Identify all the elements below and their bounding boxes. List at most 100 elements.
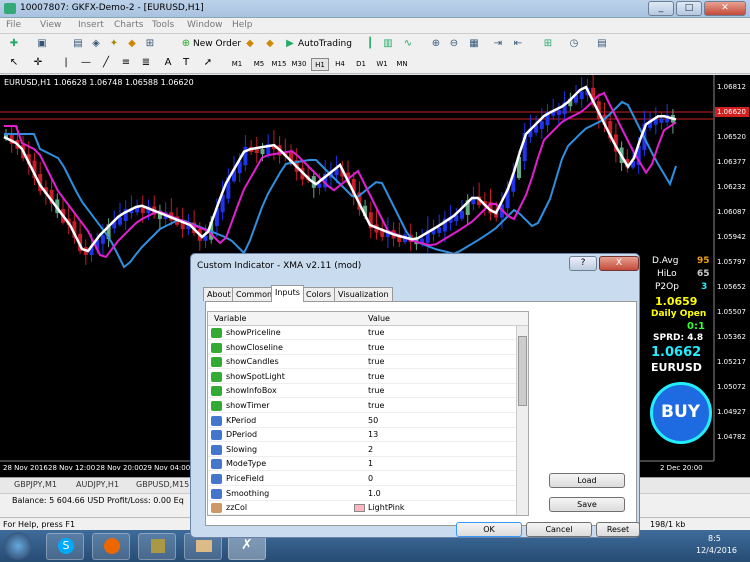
autotrading-button[interactable]: AutoTrading bbox=[298, 39, 352, 49]
load-button[interactable]: Load bbox=[549, 473, 625, 488]
tf-w1[interactable]: W1 bbox=[373, 58, 391, 71]
maximize-button[interactable]: □ bbox=[676, 1, 702, 16]
skype-icon[interactable]: S bbox=[46, 533, 84, 560]
zoom-in-icon[interactable]: ⊕ bbox=[428, 37, 444, 51]
param-row-kperiod[interactable]: KPeriod 50 bbox=[208, 414, 528, 428]
param-row-showtimer[interactable]: showTimer true bbox=[208, 399, 528, 413]
menu-file[interactable]: File bbox=[6, 20, 21, 30]
vertical-line-icon[interactable]: | bbox=[58, 56, 74, 70]
tf-m15[interactable]: M15 bbox=[270, 58, 288, 71]
param-row-showinfobox[interactable]: showInfoBox true bbox=[208, 384, 528, 399]
label-tool-icon[interactable]: T bbox=[178, 56, 194, 70]
expert-icon[interactable]: ◆ bbox=[262, 37, 278, 51]
indicators-icon[interactable]: ⊞ bbox=[540, 37, 556, 51]
tab-audjpy[interactable]: AUDJPY,H1 bbox=[76, 480, 119, 489]
strategy-tester-icon[interactable]: ⊞ bbox=[142, 37, 158, 51]
param-value[interactable]: true bbox=[368, 370, 384, 384]
horizontal-line-icon[interactable]: — bbox=[78, 56, 94, 70]
tile-icon[interactable]: ▦ bbox=[466, 37, 482, 51]
param-value[interactable]: 2 bbox=[368, 443, 373, 457]
param-value[interactable]: LightPink bbox=[368, 501, 405, 515]
param-row-modetype[interactable]: ModeType 1 bbox=[208, 457, 528, 472]
param-row-zzcol[interactable]: zzCol LightPink bbox=[208, 501, 528, 515]
tab-gbpusd[interactable]: GBPUSD,M15 bbox=[136, 480, 189, 489]
tf-mn[interactable]: MN bbox=[393, 58, 411, 71]
param-row-slowing[interactable]: Slowing 2 bbox=[208, 443, 528, 457]
tab-common[interactable]: Common bbox=[232, 287, 277, 301]
dialog-close-button[interactable]: X bbox=[599, 256, 639, 271]
navigator-icon[interactable]: ✦ bbox=[106, 37, 122, 51]
channel-icon[interactable]: ≡ bbox=[118, 56, 134, 70]
new-order-icon[interactable]: ⊕ bbox=[178, 37, 194, 51]
param-row-smoothing[interactable]: Smoothing 1.0 bbox=[208, 487, 528, 501]
tf-h4[interactable]: H4 bbox=[331, 58, 349, 71]
tab-about[interactable]: About bbox=[203, 287, 235, 301]
param-row-showpriceline[interactable]: showPriceline true bbox=[208, 326, 528, 340]
tf-m1[interactable]: M1 bbox=[228, 58, 246, 71]
ok-button[interactable]: OK bbox=[456, 522, 522, 537]
new-order-button[interactable]: New Order bbox=[193, 39, 241, 49]
param-value[interactable]: 1 bbox=[368, 457, 373, 471]
param-value[interactable]: 13 bbox=[368, 428, 378, 442]
scroll-thumb[interactable] bbox=[518, 336, 527, 406]
param-row-showspotlight[interactable]: showSpotLight true bbox=[208, 370, 528, 384]
metaeditor-icon[interactable]: ◆ bbox=[242, 37, 258, 51]
tab-inputs[interactable]: Inputs bbox=[271, 285, 304, 302]
market-watch-icon[interactable]: ▤ bbox=[70, 37, 86, 51]
inputs-grid[interactable]: Variable Value showPriceline true showClos… bbox=[207, 311, 529, 516]
zoom-out-icon[interactable]: ⊖ bbox=[446, 37, 462, 51]
templates-icon[interactable]: ▤ bbox=[594, 37, 610, 51]
save-button[interactable]: Save bbox=[549, 497, 625, 512]
firefox-icon[interactable] bbox=[92, 533, 130, 560]
periods-icon[interactable]: ◷ bbox=[566, 37, 582, 51]
arrows-tool-icon[interactable]: ➚ bbox=[200, 56, 216, 70]
start-button[interactable] bbox=[4, 532, 32, 560]
param-row-pricefield[interactable]: PriceField 0 bbox=[208, 472, 528, 486]
tf-m5[interactable]: M5 bbox=[250, 58, 268, 71]
param-value[interactable]: 50 bbox=[368, 414, 378, 428]
param-value[interactable]: true bbox=[368, 384, 384, 398]
param-row-dperiod[interactable]: DPeriod 13 bbox=[208, 428, 528, 443]
reset-button[interactable]: Reset bbox=[596, 522, 640, 537]
autoscroll-icon[interactable]: ⇥ bbox=[490, 37, 506, 51]
profiles-icon[interactable]: ▣ bbox=[34, 37, 50, 51]
param-value[interactable]: 0 bbox=[368, 472, 373, 486]
trendline-icon[interactable]: ╱ bbox=[98, 56, 114, 70]
param-value[interactable]: true bbox=[368, 326, 384, 340]
menu-tools[interactable]: Tools bbox=[152, 20, 174, 30]
text-tool-icon[interactable]: A bbox=[160, 56, 176, 70]
menu-help[interactable]: Help bbox=[232, 20, 253, 30]
candle-chart-icon[interactable]: ▥ bbox=[380, 37, 396, 51]
autotrading-icon[interactable]: ▶ bbox=[282, 37, 298, 51]
buy-button[interactable]: BUY bbox=[650, 382, 712, 444]
terminal-icon[interactable]: ◆ bbox=[124, 37, 140, 51]
menu-view[interactable]: View bbox=[40, 20, 61, 30]
fibo-icon[interactable]: ≣ bbox=[138, 56, 154, 70]
param-row-showcloseline[interactable]: showCloseline true bbox=[208, 341, 528, 355]
param-value[interactable]: 1.0 bbox=[368, 487, 381, 501]
param-value[interactable]: true bbox=[368, 341, 384, 355]
tf-d1[interactable]: D1 bbox=[352, 58, 370, 71]
menu-window[interactable]: Window bbox=[187, 20, 223, 30]
close-button[interactable]: ✕ bbox=[704, 1, 746, 16]
line-chart-icon[interactable]: ∿ bbox=[400, 37, 416, 51]
tab-colors[interactable]: Colors bbox=[302, 287, 336, 301]
tf-h1[interactable]: H1 bbox=[311, 58, 329, 71]
minimize-button[interactable]: _ bbox=[648, 1, 674, 16]
bar-chart-icon[interactable]: ┃ bbox=[362, 37, 378, 51]
cancel-button[interactable]: Cancel bbox=[526, 522, 592, 537]
param-row-showcandles[interactable]: showCandles true bbox=[208, 355, 528, 370]
help-button[interactable]: ? bbox=[569, 256, 597, 271]
tf-m30[interactable]: M30 bbox=[290, 58, 308, 71]
data-window-icon[interactable]: ◈ bbox=[88, 37, 104, 51]
grid-scrollbar[interactable] bbox=[516, 326, 528, 515]
app-icon-2[interactable] bbox=[138, 533, 176, 560]
tab-gbpjpy[interactable]: GBPJPY,M1 bbox=[14, 480, 57, 489]
menu-charts[interactable]: Charts bbox=[114, 20, 143, 30]
new-chart-icon[interactable]: ✚ bbox=[6, 37, 22, 51]
chart-shift-icon[interactable]: ⇤ bbox=[510, 37, 526, 51]
param-value[interactable]: true bbox=[368, 399, 384, 413]
cursor-icon[interactable]: ↖ bbox=[6, 56, 22, 70]
tab-visualization[interactable]: Visualization bbox=[334, 287, 393, 301]
crosshair-icon[interactable]: ✛ bbox=[30, 56, 46, 70]
